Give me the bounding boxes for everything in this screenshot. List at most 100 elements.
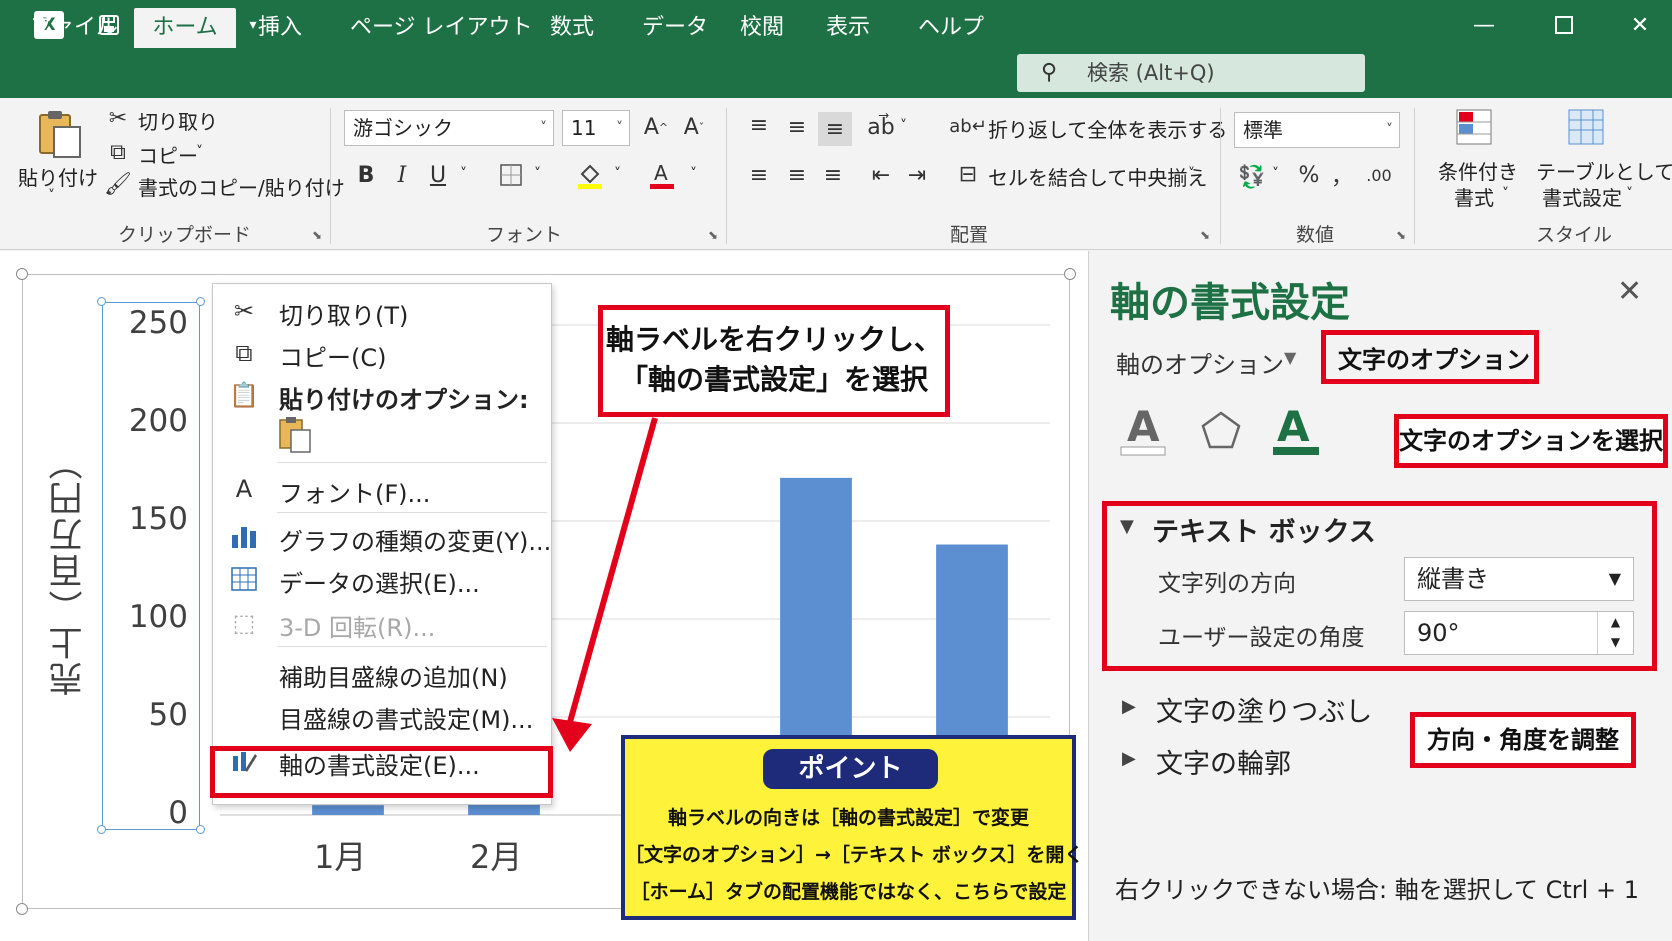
conditional-dropdown-icon[interactable]: ˅	[1502, 186, 1509, 202]
y-axis-selection[interactable]	[102, 302, 200, 830]
menu-item-format-gridlines[interactable]: 目盛線の書式設定(M)...	[213, 694, 551, 736]
rotate-3d-icon: ⬚	[232, 609, 256, 637]
comma-button[interactable]: ，	[1330, 160, 1354, 190]
y-tick-label: 100	[128, 599, 188, 635]
accounting-dropdown-icon[interactable]: ˅	[1272, 166, 1279, 182]
menu-item-copy[interactable]: ⧉ コピー(C)	[213, 332, 551, 374]
number-format-select[interactable]: 標準 ˅	[1234, 112, 1400, 148]
table-dropdown-icon[interactable]: ˅	[1626, 186, 1633, 202]
y-axis-title[interactable]: 売上（百万円）	[44, 440, 104, 700]
angle-value: 90°	[1417, 619, 1460, 647]
conditional-format-button-line2[interactable]: 書式	[1454, 182, 1494, 211]
number-launcher-icon[interactable]: ⬊	[1396, 228, 1406, 242]
callout-line: 「軸の書式設定」を選択	[619, 363, 928, 396]
menu-item-label: グラフの種類の変更(Y)...	[279, 528, 552, 556]
angle-stepper[interactable]: 90° ▲ ▼	[1404, 611, 1634, 655]
x-tick-label: 1月	[314, 838, 367, 876]
y-tick-label: 0	[168, 795, 188, 831]
section-text-outline[interactable]: 文字の輪郭	[1156, 742, 1291, 781]
menu-item-font[interactable]: A フォント(F)...	[213, 468, 551, 510]
chevron-down-icon: ▼	[1608, 569, 1621, 588]
menu-separator	[277, 462, 547, 463]
point-line: ［ホーム］タブの配置機能ではなく、こちらで設定	[630, 881, 1067, 903]
menu-item-cut[interactable]: ✂ 切り取り(T)	[213, 290, 551, 332]
menu-item-label: 3-D 回転(R)...	[279, 614, 436, 642]
minimize-icon[interactable]: —	[1464, 8, 1504, 42]
close-icon[interactable]: ✕	[1617, 274, 1642, 309]
point-title: ポイント	[763, 749, 938, 789]
menu-item-label: 補助目盛線の追加(N)	[279, 664, 508, 692]
conditional-format-button[interactable]: 条件付き	[1438, 156, 1518, 185]
pane-title: 軸の書式設定	[1110, 280, 1350, 326]
context-menu: ✂ 切り取り(T) ⧉ コピー(C) 📋 貼り付けのオプション: A フォント(…	[212, 283, 552, 805]
text-options-callout: 文字のオプションを選択	[1394, 414, 1668, 468]
direction-label: 文字列の方向	[1158, 571, 1296, 597]
styles-group-label: スタイル	[1536, 224, 1613, 246]
y-tick-label: 50	[148, 697, 188, 733]
alignment-launcher-icon[interactable]: ⬊	[1200, 228, 1210, 242]
scissors-icon: ✂	[233, 297, 255, 325]
format-as-table-button[interactable]: テーブルとして	[1536, 156, 1672, 185]
angle-label: ユーザー設定の角度	[1158, 625, 1365, 651]
format-as-table-icon	[1564, 106, 1610, 152]
close-icon[interactable]: ✕	[1620, 8, 1660, 42]
percent-button[interactable]: %	[1294, 160, 1324, 190]
decimal-icon[interactable]: .00	[1364, 160, 1394, 190]
y-tick-label: 200	[128, 403, 188, 439]
collapsed-triangle-icon[interactable]: ▶	[1122, 748, 1136, 769]
axis-handle[interactable]	[196, 825, 205, 834]
section-textbox[interactable]: テキスト ボックス	[1152, 510, 1376, 549]
copy-icon: ⧉	[235, 339, 253, 367]
maximize-icon[interactable]	[1544, 8, 1584, 42]
menu-item-select-data[interactable]: データの選択(E)...	[213, 558, 551, 600]
right-click-callout: 軸ラベルを右クリックし、 「軸の書式設定」を選択	[598, 305, 950, 417]
search-placeholder: 検索 (Alt+Q)	[1087, 61, 1215, 85]
text-box-icon[interactable]: A	[1270, 402, 1322, 460]
axis-handle[interactable]	[196, 297, 205, 306]
chart-bar[interactable]	[312, 805, 384, 815]
menu-separator	[277, 646, 547, 647]
axis-handle[interactable]	[97, 297, 106, 306]
point-line: ［文字のオプション］→［テキスト ボックス］を開く	[625, 844, 1084, 866]
paste-option-button[interactable]	[275, 414, 315, 456]
direction-select[interactable]: 縦書き ▼	[1404, 557, 1634, 601]
chevron-down-icon[interactable]: ▼	[1284, 348, 1296, 367]
text-effects-icon[interactable]	[1196, 404, 1246, 458]
accounting-format-icon[interactable]: 💱	[1236, 162, 1268, 192]
format-as-table-button-line2[interactable]: 書式設定	[1542, 182, 1622, 211]
point-line: 軸ラベルの向きは［軸の書式設定］で変更	[667, 807, 1029, 829]
paste-icon: 📋	[229, 381, 259, 409]
conditional-format-icon	[1452, 106, 1498, 152]
select-data-icon	[227, 562, 261, 596]
pane-note: 右クリックできない場合: 軸を選択して Ctrl + 1	[1115, 876, 1639, 904]
callout-line: 軸ラベルを右クリックし、	[605, 323, 942, 356]
svg-text:A: A	[1277, 403, 1310, 451]
menu-item-add-minor-gridlines[interactable]: 補助目盛線の追加(N)	[213, 652, 551, 694]
menu-separator	[277, 512, 547, 513]
menu-item-label: フォント(F)...	[279, 480, 431, 508]
tab-axis-options[interactable]: 軸のオプション	[1116, 345, 1284, 380]
collapsed-triangle-icon[interactable]: ▶	[1122, 696, 1136, 717]
merge-dropdown-icon[interactable]: ˅	[1188, 166, 1195, 182]
expanded-triangle-icon[interactable]: ▼	[1120, 516, 1134, 537]
menu-item-label: 目盛線の書式設定(M)...	[279, 706, 534, 734]
x-tick-label: 2月	[470, 838, 523, 876]
number-group-label: 数値	[1296, 224, 1335, 246]
group-separator	[1220, 108, 1221, 244]
chart-type-icon	[227, 520, 261, 554]
stepper-arrows-icon[interactable]: ▲ ▼	[1597, 612, 1633, 654]
axis-handle[interactable]	[97, 825, 106, 834]
text-options-highlight	[1321, 330, 1539, 384]
menu-item-change-chart-type[interactable]: グラフの種類の変更(Y)...	[213, 516, 551, 558]
chevron-down-icon: ˅	[1386, 122, 1393, 138]
y-tick-label: 250	[128, 305, 188, 341]
menu-item-label: コピー(C)	[279, 344, 387, 372]
point-box: ポイント 軸ラベルの向きは［軸の書式設定］で変更 ［文字のオプション］→［テキス…	[621, 735, 1084, 920]
menu-item-label: データの選択(E)...	[279, 570, 480, 598]
menu-item-paste-options: 📋 貼り付けのオプション:	[213, 374, 551, 416]
menu-item-label: 貼り付けのオプション:	[279, 386, 529, 414]
section-text-fill[interactable]: 文字の塗りつぶし	[1156, 690, 1372, 729]
text-fill-outline-icon[interactable]: A	[1118, 402, 1168, 460]
menu-item-label: 切り取り(T)	[279, 302, 409, 330]
font-icon: A	[235, 475, 253, 503]
